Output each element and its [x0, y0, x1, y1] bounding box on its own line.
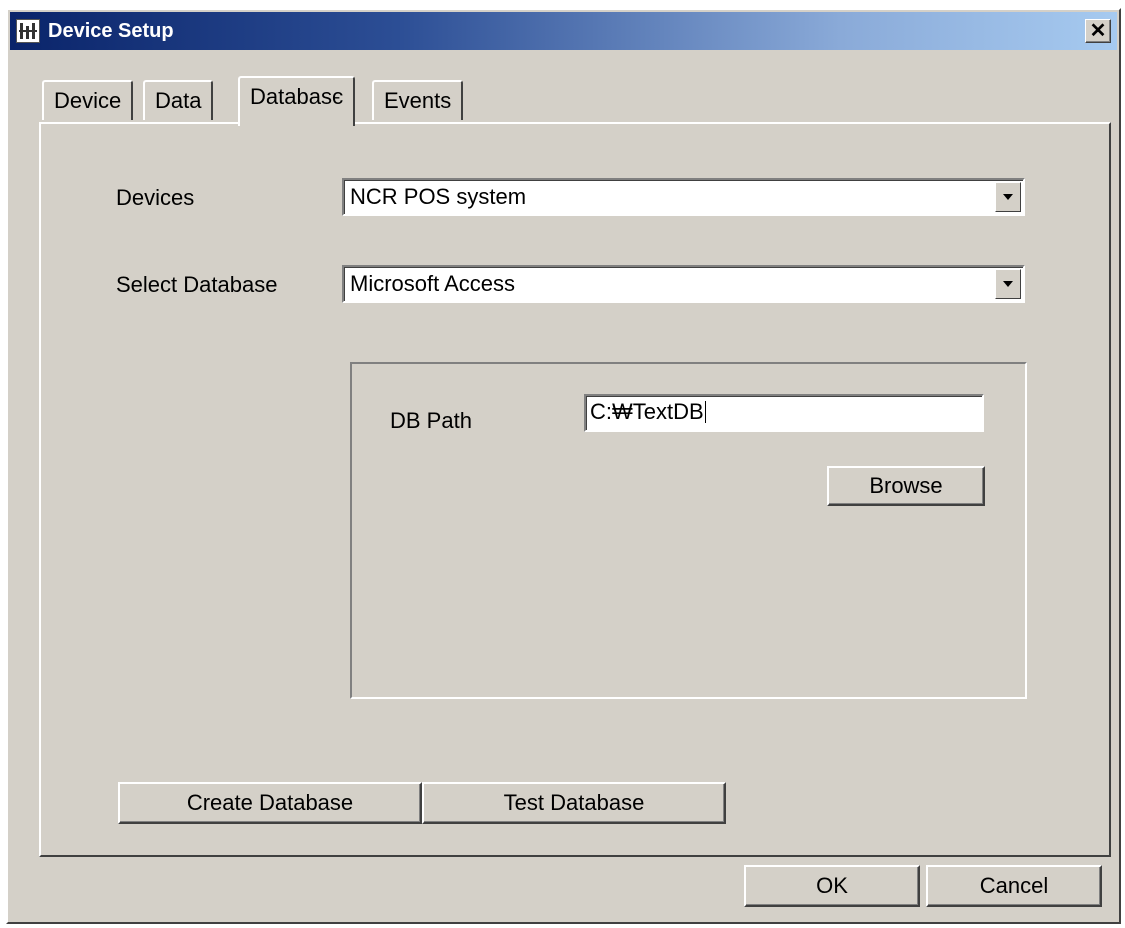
tab-label: Data — [155, 88, 202, 113]
tab-data[interactable]: Data — [143, 80, 214, 120]
devices-label: Devices — [116, 185, 195, 210]
tab-database[interactable]: Databasє — [238, 76, 356, 126]
db-path-text: C:₩TextDB — [590, 399, 704, 424]
cancel-button[interactable]: Cancel — [926, 865, 1102, 907]
app-icon[interactable] — [16, 19, 40, 43]
tab-label: Device — [54, 88, 122, 113]
db-path-label: DB Path — [390, 408, 472, 433]
close-button[interactable]: ✕ — [1085, 19, 1111, 43]
tab-label: Events — [384, 88, 452, 113]
test-database-label: Test Database — [503, 790, 645, 815]
db-path-value: C:₩TextDB — [590, 399, 706, 425]
select-database-label: Select Database — [116, 272, 278, 297]
browse-button[interactable]: Browse — [827, 466, 985, 506]
chevron-down-icon — [1003, 281, 1013, 287]
close-icon: ✕ — [1089, 20, 1107, 42]
title-bar[interactable]: Device Setup ✕ — [10, 12, 1117, 50]
window-title: Device Setup — [48, 20, 174, 42]
create-database-button[interactable]: Create Database — [118, 782, 422, 824]
ok-button-label: OK — [816, 873, 848, 898]
tab-label: Databasє — [250, 84, 344, 109]
dropdown-arrow-button[interactable] — [995, 269, 1021, 299]
chevron-down-icon — [1003, 194, 1013, 200]
dropdown-arrow-button[interactable] — [995, 182, 1021, 212]
create-database-label: Create Database — [186, 790, 354, 815]
select-database-value: Microsoft Access — [350, 271, 516, 296]
tab-events[interactable]: Events — [372, 80, 464, 120]
devices-dropdown[interactable]: NCR POS system — [342, 178, 1025, 216]
tab-device[interactable]: Device — [42, 80, 134, 120]
device-setup-window: Device Setup ✕ Device Data Databasє Even… — [6, 8, 1121, 924]
text-caret — [704, 401, 706, 423]
browse-button-label: Browse — [869, 473, 943, 498]
ok-button[interactable]: OK — [744, 865, 920, 907]
select-database-dropdown[interactable]: Microsoft Access — [342, 265, 1025, 303]
cancel-button-label: Cancel — [979, 873, 1049, 898]
db-path-input[interactable]: C:₩TextDB — [584, 394, 984, 432]
test-database-button[interactable]: Test Database — [422, 782, 726, 824]
devices-value: NCR POS system — [350, 184, 527, 209]
